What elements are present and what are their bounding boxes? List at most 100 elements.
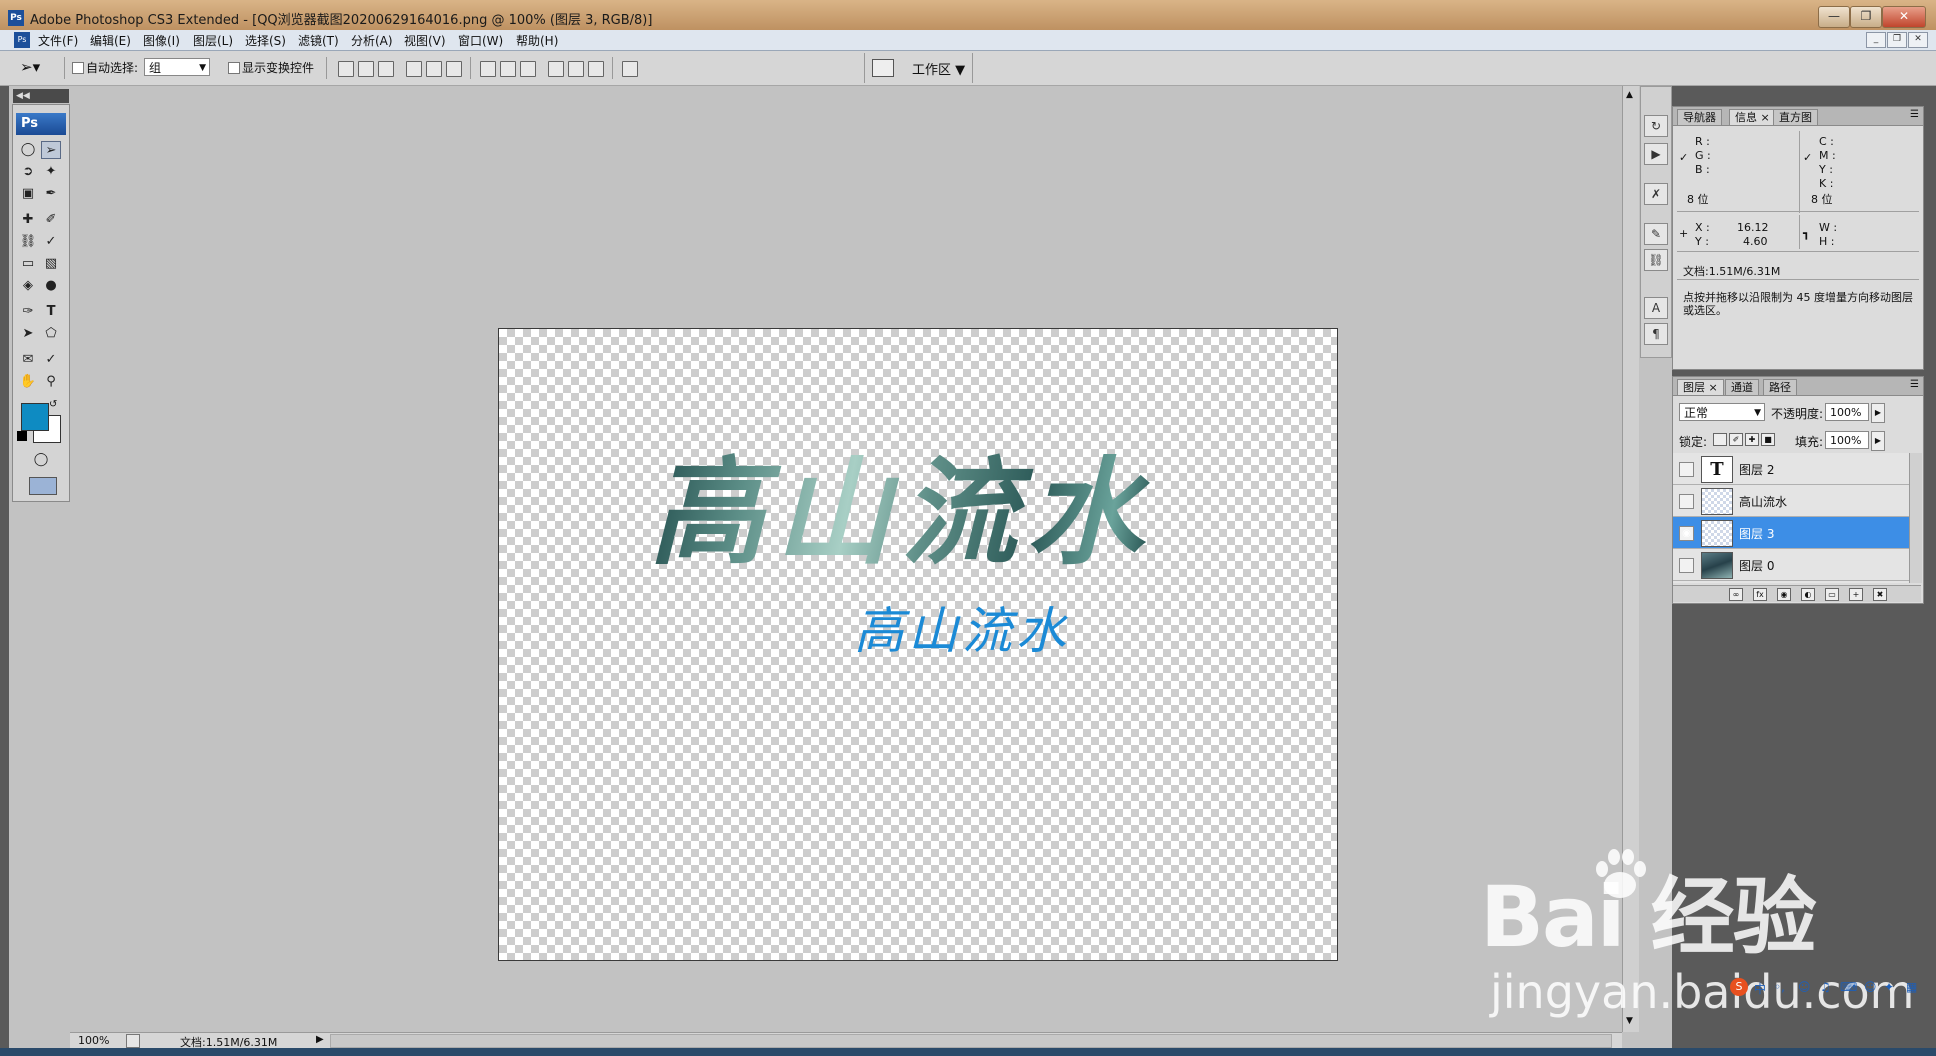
doc-close-button[interactable]: ✕ bbox=[1908, 32, 1928, 48]
layer-row[interactable]: T 图层 2 bbox=[1673, 453, 1909, 485]
menu-layer[interactable]: 图层(L) bbox=[193, 32, 233, 49]
quick-mask-icon[interactable]: ◯ bbox=[31, 451, 51, 469]
brushes-panel-icon[interactable]: ✎ bbox=[1644, 223, 1668, 245]
zoom-tool-icon[interactable]: ⚲ bbox=[41, 373, 61, 391]
opacity-slider-icon[interactable]: ▶ bbox=[1871, 403, 1885, 423]
align-bottom-icon[interactable] bbox=[378, 61, 394, 77]
menu-file[interactable]: 文件(F) bbox=[38, 32, 78, 49]
blend-mode-select[interactable]: 正常 ▼ bbox=[1679, 403, 1765, 421]
dodge-tool-icon[interactable]: ● bbox=[41, 277, 61, 295]
actions-panel-icon[interactable]: ▶ bbox=[1644, 143, 1668, 165]
lock-all-icon[interactable]: ■ bbox=[1761, 433, 1775, 446]
menu-edit[interactable]: 编辑(E) bbox=[90, 32, 131, 49]
ps-logo[interactable]: Ps bbox=[16, 113, 66, 135]
screen-mode-icon[interactable] bbox=[29, 477, 57, 495]
type-tool-icon[interactable]: T bbox=[41, 303, 61, 321]
align-left-icon[interactable] bbox=[406, 61, 422, 77]
panel-menu-icon[interactable]: ☰ bbox=[1910, 109, 1919, 120]
close-icon[interactable]: × bbox=[1761, 111, 1770, 124]
fill-input[interactable]: 100% bbox=[1825, 431, 1869, 449]
shape-tool-icon[interactable]: ⬠ bbox=[41, 325, 61, 343]
pen-tool-icon[interactable]: ✑ bbox=[18, 303, 38, 321]
document-workspace[interactable]: 高山流水 高山流水 bbox=[70, 86, 1622, 1036]
history-panel-icon[interactable]: ↻ bbox=[1644, 115, 1668, 137]
lock-position-icon[interactable]: ✚ bbox=[1745, 433, 1759, 446]
move-tool-icon[interactable]: ➢ bbox=[41, 141, 61, 159]
distribute-left-icon[interactable] bbox=[548, 61, 564, 77]
auto-align-icon[interactable] bbox=[622, 61, 638, 77]
delete-layer-icon[interactable]: ✖ bbox=[1873, 588, 1887, 601]
zoom-level[interactable]: 100% bbox=[78, 1034, 109, 1047]
ime-mode-icon[interactable]: 中 bbox=[1754, 980, 1766, 997]
link-layers-icon[interactable]: ∞ bbox=[1729, 588, 1743, 601]
layer-visibility-toggle[interactable] bbox=[1679, 494, 1694, 509]
distribute-hcenter-icon[interactable] bbox=[568, 61, 584, 77]
ime-punct-icon[interactable]: ◦, bbox=[1774, 980, 1785, 994]
bridge-icon[interactable] bbox=[872, 59, 894, 77]
document-icon[interactable]: Ps bbox=[14, 32, 30, 48]
tab-paths[interactable]: 路径 bbox=[1763, 379, 1797, 395]
distribute-vcenter-icon[interactable] bbox=[500, 61, 516, 77]
menu-filter[interactable]: 滤镜(T) bbox=[298, 32, 339, 49]
brush-tool-icon[interactable]: ✐ bbox=[41, 211, 61, 229]
blur-tool-icon[interactable]: ◈ bbox=[18, 277, 38, 295]
layer-row[interactable]: 高山流水 bbox=[1673, 485, 1909, 517]
eraser-tool-icon[interactable]: ▭ bbox=[18, 255, 38, 273]
status-icon[interactable] bbox=[126, 1034, 140, 1048]
align-vcenter-icon[interactable] bbox=[358, 61, 374, 77]
show-transform-checkbox[interactable] bbox=[228, 62, 240, 74]
path-selection-tool-icon[interactable]: ➤ bbox=[18, 325, 38, 343]
menu-analysis[interactable]: 分析(A) bbox=[351, 32, 393, 49]
tab-navigator[interactable]: 导航器 bbox=[1677, 109, 1722, 125]
align-top-icon[interactable] bbox=[338, 61, 354, 77]
menu-image[interactable]: 图像(I) bbox=[143, 32, 180, 49]
layer-row-selected[interactable]: ◉ 图层 3 bbox=[1673, 517, 1909, 549]
document-canvas[interactable]: 高山流水 高山流水 bbox=[498, 328, 1338, 961]
slice-tool-icon[interactable]: ✒ bbox=[41, 185, 61, 203]
menu-select[interactable]: 选择(S) bbox=[245, 32, 286, 49]
tool-presets-icon[interactable]: ✗ bbox=[1644, 183, 1668, 205]
layer-visibility-toggle[interactable] bbox=[1679, 558, 1694, 573]
distribute-right-icon[interactable] bbox=[588, 61, 604, 77]
clone-source-icon[interactable]: ⛓ bbox=[1644, 249, 1668, 271]
close-button[interactable]: ✕ bbox=[1882, 6, 1926, 28]
hand-tool-icon[interactable]: ✋ bbox=[18, 373, 38, 391]
layer-visibility-toggle[interactable] bbox=[1679, 462, 1694, 477]
adjustment-layer-icon[interactable]: ◐ bbox=[1801, 588, 1815, 601]
ime-user-icon[interactable]: ☺ bbox=[1864, 980, 1877, 994]
new-layer-icon[interactable]: + bbox=[1849, 588, 1863, 601]
notes-tool-icon[interactable]: ✉ bbox=[18, 351, 38, 369]
align-hcenter-icon[interactable] bbox=[426, 61, 442, 77]
add-mask-icon[interactable]: ◉ bbox=[1777, 588, 1791, 601]
tab-channels[interactable]: 通道 bbox=[1725, 379, 1759, 395]
gradient-tool-icon[interactable]: ▧ bbox=[41, 255, 61, 273]
character-panel-icon[interactable]: A bbox=[1644, 297, 1668, 319]
toolbox-grip[interactable]: ◀◀ bbox=[13, 89, 69, 103]
tab-layers[interactable]: 图层 × bbox=[1677, 379, 1724, 395]
workspace-button[interactable]: 工作区 ▼ bbox=[912, 59, 965, 78]
paragraph-panel-icon[interactable]: ¶ bbox=[1644, 323, 1668, 345]
ime-skin-icon[interactable]: ✦ bbox=[1884, 980, 1894, 994]
doc-minimize-button[interactable]: _ bbox=[1866, 32, 1886, 48]
move-tool-preset-icon[interactable]: ➢▾ bbox=[20, 57, 58, 77]
doc-restore-button[interactable]: ❐ bbox=[1887, 32, 1907, 48]
auto-select-dropdown[interactable]: 组 ▼ bbox=[144, 58, 210, 76]
menu-view[interactable]: 视图(V) bbox=[404, 32, 446, 49]
ime-voice-icon[interactable]: ♫ bbox=[1820, 980, 1831, 994]
lock-paint-icon[interactable]: ✐ bbox=[1729, 433, 1743, 446]
default-colors-icon[interactable] bbox=[17, 431, 27, 441]
restore-button[interactable]: ❐ bbox=[1850, 6, 1882, 28]
history-brush-tool-icon[interactable]: ✓ bbox=[41, 233, 61, 251]
panel-menu-icon[interactable]: ☰ bbox=[1910, 379, 1919, 390]
eye-icon[interactable]: ◉ bbox=[1679, 526, 1694, 541]
clone-stamp-tool-icon[interactable]: ⛓ bbox=[18, 233, 38, 251]
distribute-top-icon[interactable] bbox=[480, 61, 496, 77]
close-icon[interactable]: × bbox=[1709, 381, 1718, 394]
magic-wand-tool-icon[interactable]: ✦ bbox=[41, 163, 61, 181]
opacity-input[interactable]: 100% bbox=[1825, 403, 1869, 421]
tab-info[interactable]: 信息 × bbox=[1729, 109, 1776, 125]
ime-logo-icon[interactable]: S bbox=[1730, 978, 1748, 996]
minimize-button[interactable]: — bbox=[1818, 6, 1850, 28]
eyedropper-tool-icon[interactable]: ✓ bbox=[41, 351, 61, 369]
menu-window[interactable]: 窗口(W) bbox=[458, 32, 503, 49]
